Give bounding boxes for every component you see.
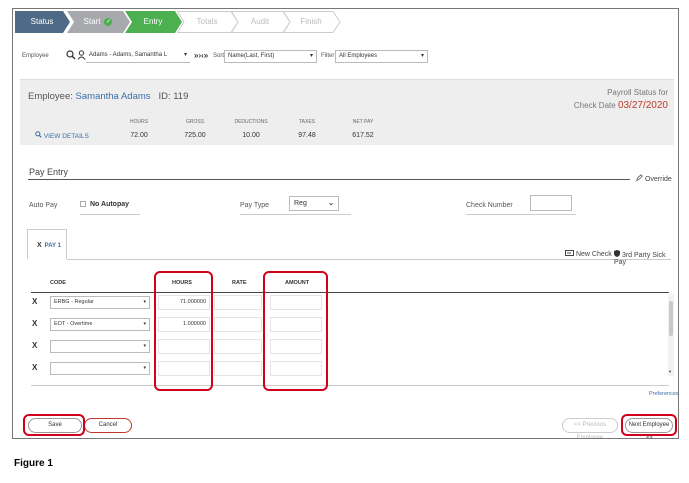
divider bbox=[466, 214, 576, 215]
divider bbox=[28, 179, 630, 180]
column-amount: AMOUNT bbox=[285, 280, 310, 286]
column-rate: RATE bbox=[232, 280, 247, 286]
summary-deductions: 10.00 bbox=[242, 132, 260, 139]
amount-input[interactable] bbox=[270, 361, 322, 376]
divider bbox=[31, 385, 669, 386]
employee-summary: Employee: Samantha Adams ID: 119 Payroll… bbox=[20, 79, 674, 145]
pay-type-label: Pay Type bbox=[240, 202, 270, 209]
column-hours: HOURS bbox=[172, 280, 192, 286]
code-select[interactable]: ▾ bbox=[50, 362, 150, 375]
summary-header-hours: HOURS bbox=[129, 119, 149, 125]
summary-hours: 72.00 bbox=[130, 132, 148, 139]
new-check-icon bbox=[565, 250, 574, 256]
employee-heading: Employee: Samantha Adams ID: 119 bbox=[28, 91, 189, 102]
divider bbox=[240, 214, 351, 215]
summary-gross: 725.00 bbox=[184, 132, 206, 139]
nav-arrows-icon[interactable]: »›‹» bbox=[194, 51, 208, 60]
employee-name: Samantha Adams bbox=[75, 91, 151, 102]
summary-taxes: 97.48 bbox=[298, 132, 316, 139]
cancel-button[interactable]: Cancel bbox=[84, 418, 132, 433]
scroll-down-icon[interactable]: ▼ bbox=[668, 369, 672, 374]
chevron-down-icon: ▾ bbox=[143, 321, 146, 327]
check-date: 03/27/2020 bbox=[617, 100, 668, 111]
code-select[interactable]: EOT - Overtime ▾ bbox=[50, 318, 150, 331]
delete-row-icon[interactable]: X bbox=[32, 319, 37, 328]
wizard-steps: Status Start ✓ Entry Totals Audit Finish bbox=[13, 9, 678, 37]
column-code: CODE bbox=[50, 280, 66, 286]
delete-row-icon[interactable]: X bbox=[32, 363, 37, 372]
rate-input[interactable] bbox=[214, 295, 262, 310]
chevron-down-icon: ▾ bbox=[143, 365, 146, 371]
step-totals[interactable]: Totals bbox=[177, 11, 239, 33]
divider bbox=[80, 214, 140, 215]
employee-label: Employee bbox=[22, 53, 49, 59]
chevron-down-icon: ▾ bbox=[309, 53, 313, 59]
sort-select[interactable]: Name(Last, First) ▾ bbox=[224, 50, 317, 63]
employee-id: ID: 119 bbox=[158, 91, 189, 102]
search-icon[interactable] bbox=[66, 50, 76, 62]
code-select[interactable]: ERBG - Regular ▾ bbox=[50, 296, 150, 309]
figure-caption: Figure 1 bbox=[14, 458, 53, 469]
amount-input[interactable] bbox=[270, 339, 322, 354]
hours-input[interactable] bbox=[158, 339, 210, 354]
auto-pay-label: Auto Pay bbox=[29, 202, 58, 209]
shield-icon bbox=[614, 250, 620, 257]
close-tab-icon[interactable]: X bbox=[37, 242, 42, 249]
preferences-link[interactable]: Preferences bbox=[649, 391, 678, 397]
summary-header-gross: GROSS bbox=[185, 119, 205, 125]
step-start[interactable]: Start ✓ bbox=[67, 11, 130, 33]
summary-header-deductions: DEDUCTIONS bbox=[234, 119, 268, 125]
save-button[interactable]: Save bbox=[28, 418, 82, 433]
payroll-status: Payroll Status for Check Date 03/27/2020 bbox=[573, 88, 668, 111]
person-icon[interactable] bbox=[77, 50, 86, 62]
hours-input[interactable]: 1.000000 bbox=[158, 317, 210, 332]
rate-input[interactable] bbox=[214, 339, 262, 354]
tab-pay-1[interactable]: X PAY 1 bbox=[27, 229, 67, 259]
step-entry[interactable]: Entry bbox=[125, 11, 182, 33]
payroll-window: Status Start ✓ Entry Totals Audit Finish … bbox=[12, 8, 679, 439]
rate-input[interactable] bbox=[214, 317, 262, 332]
employee-filter-row: Employee Adams - Adams, Samantha L ▾ »›‹»… bbox=[13, 49, 678, 65]
previous-employee-button[interactable]: << Previous Employee bbox=[562, 418, 618, 438]
third-party-sick-pay-button[interactable]: 3rd Party Sick Pay bbox=[614, 250, 678, 266]
amount-input[interactable] bbox=[270, 317, 322, 332]
step-finish[interactable]: Finish bbox=[283, 11, 341, 33]
chevron-down-icon: ⌄ bbox=[328, 200, 334, 207]
no-autopay-checkbox[interactable]: No Autopay bbox=[80, 201, 129, 208]
pay-type-select[interactable]: Reg ⌄ bbox=[289, 196, 339, 211]
hours-input[interactable] bbox=[158, 361, 210, 376]
amount-input[interactable] bbox=[270, 295, 322, 310]
next-employee-button[interactable]: Next Employee >> bbox=[625, 418, 673, 438]
summary-header-net-pay: NET PAY bbox=[352, 119, 374, 125]
chevron-down-icon: ▾ bbox=[143, 299, 146, 305]
checkbox-icon bbox=[80, 201, 86, 208]
new-check-button[interactable]: New Check bbox=[565, 250, 612, 258]
pay-entry-title: Pay Entry bbox=[29, 167, 69, 177]
divider bbox=[67, 259, 671, 260]
pencil-icon bbox=[636, 174, 643, 181]
step-audit[interactable]: Audit bbox=[231, 11, 291, 33]
check-number-input[interactable] bbox=[530, 195, 572, 211]
employee-select[interactable]: Adams - Adams, Samantha L ▾ bbox=[86, 50, 190, 63]
chevron-down-icon: ▾ bbox=[420, 53, 424, 59]
delete-row-icon[interactable]: X bbox=[32, 341, 37, 350]
scrollbar-thumb[interactable] bbox=[669, 301, 673, 336]
sort-label: Sort bbox=[213, 53, 225, 59]
check-number-label: Check Number bbox=[466, 202, 513, 209]
summary-header-taxes: TAXES bbox=[298, 119, 316, 125]
step-status[interactable]: Status bbox=[15, 11, 70, 33]
view-details-link[interactable]: VIEW DETAILS bbox=[35, 131, 89, 140]
divider bbox=[31, 292, 669, 293]
override-button[interactable]: Override bbox=[636, 174, 672, 183]
delete-row-icon[interactable]: X bbox=[32, 297, 37, 306]
chevron-down-icon: ▾ bbox=[143, 343, 146, 349]
filter-select[interactable]: All Employees ▾ bbox=[335, 50, 428, 63]
hours-input[interactable]: 71.000000 bbox=[158, 295, 210, 310]
filter-label: Filter bbox=[321, 53, 335, 59]
chevron-down-icon: ▾ bbox=[183, 52, 187, 58]
code-select[interactable]: ▾ bbox=[50, 340, 150, 353]
rate-input[interactable] bbox=[214, 361, 262, 376]
search-icon bbox=[35, 131, 42, 138]
summary-net-pay: 617.52 bbox=[352, 132, 374, 139]
